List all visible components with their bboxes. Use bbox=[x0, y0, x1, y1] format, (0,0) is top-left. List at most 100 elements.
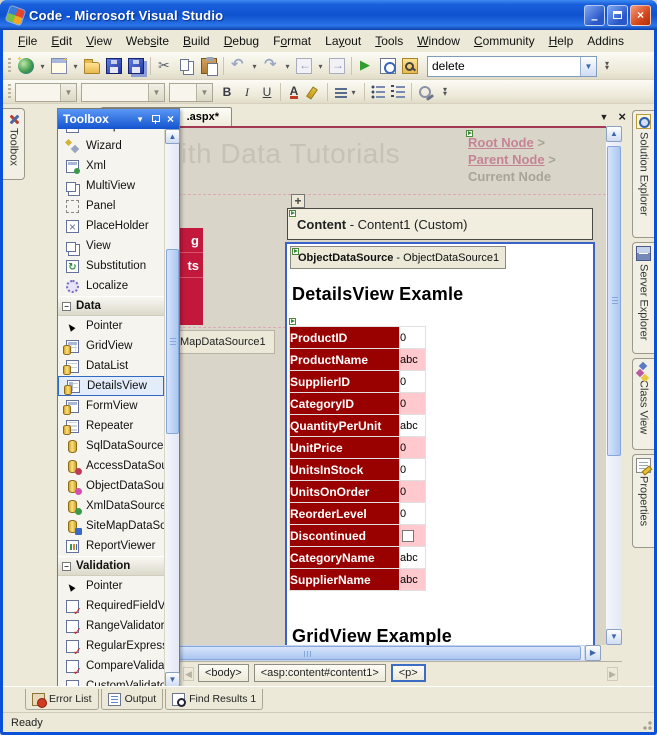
add-new-item-dropdown-icon[interactable]: ▾ bbox=[70, 62, 81, 71]
bold-button[interactable]: B bbox=[217, 82, 237, 102]
menu-community[interactable]: Community bbox=[467, 31, 542, 51]
side-tab-class-view[interactable]: Class View bbox=[632, 358, 654, 450]
highlight-button[interactable] bbox=[304, 82, 324, 102]
side-tab-solution-explorer[interactable]: Solution Explorer bbox=[632, 110, 654, 238]
scroll-right-icon[interactable]: ▶ bbox=[585, 645, 601, 661]
scroll-down-icon[interactable]: ▼ bbox=[606, 629, 622, 645]
redo-dropdown-icon[interactable]: ▾ bbox=[282, 62, 293, 71]
combo-dropdown-icon[interactable]: ▼ bbox=[148, 84, 164, 101]
breadcrumb-parent-link[interactable]: Parent Node bbox=[468, 152, 545, 167]
side-tab-properties[interactable]: Properties bbox=[632, 454, 654, 548]
collapse-icon[interactable]: − bbox=[62, 302, 71, 311]
detailsview-table[interactable]: ProductID0ProductNameabcSupplierID0Categ… bbox=[289, 326, 426, 591]
toolbox-item-formview[interactable]: FormView bbox=[58, 396, 164, 416]
vertical-scrollbar[interactable]: ▲ ▼ bbox=[606, 126, 622, 645]
window-position-icon[interactable]: ▼ bbox=[136, 115, 144, 124]
save-button[interactable] bbox=[103, 55, 125, 77]
toolbox-item-multiview[interactable]: MultiView bbox=[58, 176, 164, 196]
toolbox-item-sqldatasource[interactable]: SqlDataSource bbox=[58, 436, 164, 456]
toolbox-item-xml[interactable]: Xml bbox=[58, 156, 164, 176]
toolbox-item-pointer[interactable]: Pointer bbox=[58, 316, 164, 336]
format-combobox-3[interactable]: ▼ bbox=[169, 83, 213, 102]
format-combobox-2[interactable]: ▼ bbox=[81, 83, 165, 102]
toolbox-item-objectdatasource[interactable]: ObjectDataSource bbox=[58, 476, 164, 496]
title-bar[interactable]: Code - Microsoft Visual Studio – × bbox=[0, 0, 657, 30]
underline-button[interactable]: U bbox=[257, 82, 277, 102]
toolbox-item-view[interactable]: View bbox=[58, 236, 164, 256]
navigate-forward-button[interactable] bbox=[326, 55, 348, 77]
horizontal-scrollbar[interactable]: ▶ bbox=[143, 645, 622, 661]
tool-tab-output[interactable]: Output bbox=[101, 689, 164, 710]
toolbox-item-regularexpressio[interactable]: RegularExpressio... bbox=[58, 636, 164, 656]
toolbox-section-data[interactable]: −Data bbox=[58, 296, 164, 316]
menu-debug[interactable]: Debug bbox=[217, 31, 266, 51]
maximize-button[interactable] bbox=[607, 5, 628, 26]
content-placeholder-header[interactable]: Content - Content1 (Custom) bbox=[287, 208, 593, 240]
menu-build[interactable]: Build bbox=[176, 31, 217, 51]
collapse-icon[interactable]: − bbox=[62, 562, 71, 571]
scroll-down-icon[interactable]: ▼ bbox=[165, 672, 180, 687]
toolbox-item-fileupload[interactable]: FileUpload bbox=[58, 129, 164, 136]
toolbox-item-datalist[interactable]: DataList bbox=[58, 356, 164, 376]
paste-button[interactable] bbox=[198, 55, 220, 77]
menu-layout[interactable]: Layout bbox=[318, 31, 368, 51]
toolbox-item-xmldatasource[interactable]: XmlDataSource bbox=[58, 496, 164, 516]
undo-dropdown-icon[interactable]: ▾ bbox=[249, 62, 260, 71]
toolbox-item-requiredfieldvalid[interactable]: RequiredFieldValid... bbox=[58, 596, 164, 616]
align-left-dropdown-icon[interactable]: ▾ bbox=[348, 88, 359, 97]
scrollbar-thumb[interactable] bbox=[607, 146, 621, 456]
toolbox-item-detailsview[interactable]: DetailsView bbox=[58, 376, 164, 396]
move-handle-icon[interactable]: + bbox=[291, 194, 305, 208]
navigate-backward-button[interactable] bbox=[293, 55, 315, 77]
start-debugging-button[interactable] bbox=[355, 55, 377, 77]
open-file-button[interactable] bbox=[81, 55, 103, 77]
document-list-dropdown-icon[interactable]: ▼ bbox=[599, 112, 608, 122]
objectdatasource-control[interactable]: ObjectDataSource - ObjectDataSource1 bbox=[290, 246, 506, 269]
align-left-button[interactable]: ▾ bbox=[331, 82, 351, 102]
toolbox-item-placeholder[interactable]: PlaceHolder bbox=[58, 216, 164, 236]
toolbox-scrollbar[interactable]: ▲ ▼ bbox=[164, 129, 179, 687]
toolbox-item-gridview[interactable]: GridView bbox=[58, 336, 164, 356]
tool-tab-find-results-1[interactable]: Find Results 1 bbox=[165, 689, 263, 710]
font-color-button[interactable]: A bbox=[284, 82, 304, 102]
find-input[interactable] bbox=[428, 58, 580, 75]
toolbox-item-substitution[interactable]: Substitution bbox=[58, 256, 164, 276]
toolbar-overflow-button[interactable]: ▾▾ bbox=[439, 88, 451, 96]
menu-edit[interactable]: Edit bbox=[44, 31, 79, 51]
tool-tab-error-list[interactable]: Error List bbox=[25, 689, 99, 710]
minimize-button[interactable]: – bbox=[584, 5, 605, 26]
toolbox-item-panel[interactable]: Panel bbox=[58, 196, 164, 216]
hyperlink-button[interactable] bbox=[415, 82, 435, 102]
scrollbar-thumb[interactable] bbox=[147, 646, 581, 660]
menu-view[interactable]: View bbox=[79, 31, 119, 51]
menu-tools[interactable]: Tools bbox=[368, 31, 410, 51]
add-new-item-button[interactable] bbox=[48, 55, 70, 77]
bullets-button[interactable] bbox=[368, 82, 388, 102]
toolbar-overflow-button[interactable]: ▾▾ bbox=[601, 62, 613, 70]
numbering-button[interactable] bbox=[388, 82, 408, 102]
side-tab-server-explorer[interactable]: Server Explorer bbox=[632, 242, 654, 354]
toolbox-item-pointer[interactable]: Pointer bbox=[58, 576, 164, 596]
combo-dropdown-icon[interactable]: ▼ bbox=[196, 84, 212, 101]
toolbox-item-accessdatasource[interactable]: AccessDataSource bbox=[58, 456, 164, 476]
close-toolbox-icon[interactable]: × bbox=[167, 113, 174, 125]
tag-p[interactable]: <p> bbox=[391, 664, 426, 682]
toolbar-grip[interactable] bbox=[8, 84, 11, 100]
tag-body[interactable]: <body> bbox=[198, 664, 249, 682]
toolbox-item-wizard[interactable]: Wizard bbox=[58, 136, 164, 156]
undo-button[interactable] bbox=[227, 55, 249, 77]
toolbar-grip[interactable] bbox=[8, 58, 11, 74]
scrollbar-thumb[interactable] bbox=[166, 249, 179, 434]
toolbox-item-comparevalidator[interactable]: CompareValidator bbox=[58, 656, 164, 676]
menu-website[interactable]: Website bbox=[119, 31, 176, 51]
auto-hide-pin-icon[interactable] bbox=[151, 115, 160, 124]
toolbox-item-reportviewer[interactable]: ReportViewer bbox=[58, 536, 164, 556]
tag-asp-content-content1[interactable]: <asp:content#content1> bbox=[254, 664, 386, 682]
toolbox-item-rangevalidator[interactable]: RangeValidator bbox=[58, 616, 164, 636]
toolbox-item-sitemapdatasource[interactable]: SiteMapDataSource bbox=[58, 516, 164, 536]
toolbox-side-tab[interactable]: Toolbox bbox=[3, 108, 25, 180]
toolbox-item-repeater[interactable]: Repeater bbox=[58, 416, 164, 436]
discontinued-checkbox[interactable] bbox=[402, 530, 414, 542]
copy-button[interactable] bbox=[176, 55, 198, 77]
site-nav-item[interactable]: ts bbox=[178, 253, 203, 278]
